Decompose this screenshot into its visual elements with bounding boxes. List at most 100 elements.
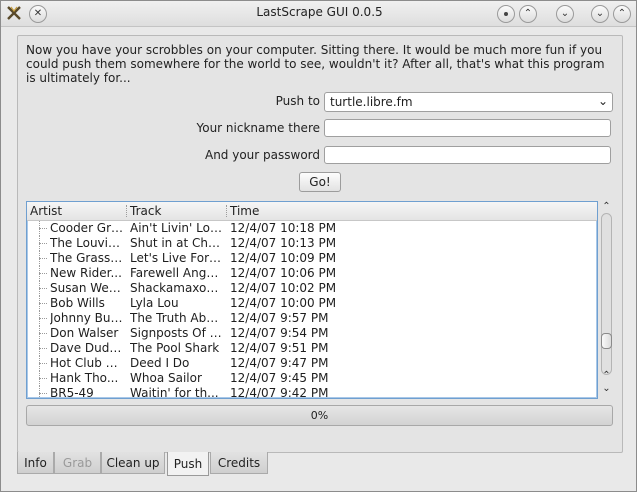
cell-time: 12/4/07 10:13 PM bbox=[230, 236, 337, 250]
list-header: Artist Track Time bbox=[27, 202, 597, 221]
window-title: LastScrape GUI 0.0.5 bbox=[256, 5, 383, 19]
table-row[interactable]: Hot Club o... Deed I Do 12/4/07 9:47 PM bbox=[27, 356, 597, 371]
cell-track: Waitin' for th... bbox=[130, 386, 219, 399]
scrobble-list[interactable]: Artist Track Time Cooder Graw Ain't Livin… bbox=[26, 201, 598, 399]
scroll-up-icon[interactable]: ⌃ bbox=[598, 200, 615, 214]
push-to-label: Push to bbox=[275, 94, 320, 108]
cell-artist: BR5-49 bbox=[50, 386, 94, 399]
cell-time: 12/4/07 10:09 PM bbox=[230, 251, 337, 265]
intro-text: Now you have your scrobbles on your comp… bbox=[26, 43, 605, 85]
column-header-time[interactable]: Time bbox=[230, 204, 259, 218]
column-divider[interactable] bbox=[226, 205, 228, 217]
cell-track: Whoa Sailor bbox=[130, 371, 202, 385]
progress-text: 0% bbox=[310, 409, 329, 422]
cell-time: 12/4/07 9:57 PM bbox=[230, 311, 329, 325]
cell-track: Shut in at Chri... bbox=[130, 236, 224, 250]
scroll-down-icon[interactable]: ⌄ bbox=[598, 382, 615, 396]
cell-artist: The Grass ... bbox=[50, 251, 124, 265]
cell-track: Deed I Do bbox=[130, 356, 190, 370]
tree-branch bbox=[39, 243, 47, 244]
cell-track: Shackamaxon ... bbox=[130, 281, 224, 295]
tree-branch bbox=[39, 363, 47, 364]
cell-track: Farewell Angel... bbox=[130, 266, 224, 280]
table-row[interactable]: Don Walser Signposts Of L... 12/4/07 9:54 … bbox=[27, 326, 597, 341]
tree-branch bbox=[39, 288, 47, 289]
cell-artist: Cooder Graw bbox=[50, 221, 124, 235]
cell-artist: Johnny Bush bbox=[50, 311, 124, 325]
cell-artist: Dave Dudley bbox=[50, 341, 124, 355]
cell-time: 12/4/07 9:45 PM bbox=[230, 371, 329, 385]
cell-track: The Pool Shark bbox=[130, 341, 220, 355]
column-divider[interactable] bbox=[126, 205, 128, 217]
app-window: ✕ LastScrape GUI 0.0.5 ⌃ ⌄ ⌄ ⌃ Now you h… bbox=[0, 0, 637, 492]
table-row[interactable]: Susan Wer... Shackamaxon ... 12/4/07 10:02… bbox=[27, 281, 597, 296]
table-row[interactable]: Hank Tho... Whoa Sailor 12/4/07 9:45 PM bbox=[27, 371, 597, 386]
cell-track: Let's Live For ... bbox=[130, 251, 224, 265]
tree-branch bbox=[39, 393, 47, 394]
shade-icon: ⌄ bbox=[560, 8, 570, 19]
table-row[interactable]: Cooder Graw Ain't Livin' Lon... 12/4/07 10… bbox=[27, 221, 597, 236]
keep-above-button[interactable]: ⌃ bbox=[519, 5, 537, 23]
cell-artist: Hot Club o... bbox=[50, 356, 124, 370]
cell-artist: New Rider... bbox=[50, 266, 122, 280]
nickname-input[interactable] bbox=[324, 119, 611, 137]
menu-button[interactable] bbox=[497, 5, 515, 23]
tab-grab: Grab bbox=[54, 452, 101, 474]
cell-artist: Susan Wer... bbox=[50, 281, 124, 295]
nickname-label: Your nickname there bbox=[196, 121, 320, 135]
tab-credits[interactable]: Credits bbox=[210, 452, 268, 474]
tab-info[interactable]: Info bbox=[17, 452, 54, 474]
table-row[interactable]: The Louvin... Shut in at Chri... 12/4/07 1… bbox=[27, 236, 597, 251]
cell-artist: Hank Tho... bbox=[50, 371, 119, 385]
cell-time: 12/4/07 10:06 PM bbox=[230, 266, 337, 280]
cell-time: 12/4/07 10:00 PM bbox=[230, 296, 337, 310]
table-row[interactable]: Johnny Bush The Truth Abo... 12/4/07 9:57 … bbox=[27, 311, 597, 326]
cell-artist: The Louvin... bbox=[50, 236, 124, 250]
table-row[interactable]: The Grass ... Let's Live For ... 12/4/07 1… bbox=[27, 251, 597, 266]
push-to-select[interactable]: turtle.libre.fm ⌄ bbox=[324, 92, 613, 112]
cell-track: Lyla Lou bbox=[130, 296, 179, 310]
cell-time: 12/4/07 9:42 PM bbox=[230, 386, 329, 399]
cell-track: The Truth Abo... bbox=[130, 311, 224, 325]
dot-icon bbox=[504, 12, 508, 16]
tree-branch bbox=[39, 258, 47, 259]
minimize-button[interactable]: ⌄ bbox=[591, 5, 609, 23]
table-row[interactable]: New Rider... Farewell Angel... 12/4/07 10:… bbox=[27, 266, 597, 281]
maximize-icon: ⌃ bbox=[617, 8, 627, 19]
cell-artist: Bob Wills bbox=[50, 296, 105, 310]
keep-above-icon: ⌃ bbox=[523, 8, 533, 19]
tree-branch bbox=[39, 273, 47, 274]
table-row[interactable]: Bob Wills Lyla Lou 12/4/07 10:00 PM bbox=[27, 296, 597, 311]
tree-branch bbox=[39, 228, 47, 229]
chevron-down-icon: ⌄ bbox=[597, 94, 608, 108]
cell-track: Signposts Of L... bbox=[130, 326, 224, 340]
tab-clean-up[interactable]: Clean up bbox=[101, 452, 165, 474]
password-label: And your password bbox=[204, 148, 320, 162]
push-to-value: turtle.libre.fm bbox=[330, 95, 413, 109]
password-input[interactable] bbox=[324, 146, 611, 164]
table-row[interactable]: BR5-49 Waitin' for th... 12/4/07 9:42 PM bbox=[27, 386, 597, 399]
tree-branch bbox=[39, 378, 47, 379]
scroll-up-icon[interactable]: ⌃ bbox=[598, 369, 615, 383]
maximize-button[interactable]: ⌃ bbox=[613, 5, 631, 23]
column-header-artist[interactable]: Artist bbox=[30, 204, 62, 218]
tree-branch bbox=[39, 333, 47, 334]
tree-branch bbox=[39, 318, 47, 319]
scrollbar-thumb[interactable] bbox=[601, 333, 612, 349]
shade-button[interactable]: ⌄ bbox=[556, 5, 574, 23]
minimize-icon: ⌄ bbox=[595, 8, 605, 19]
cell-time: 12/4/07 9:51 PM bbox=[230, 341, 329, 355]
go-button[interactable]: Go! bbox=[299, 172, 341, 192]
tab-push[interactable]: Push bbox=[167, 452, 209, 476]
cell-track: Ain't Livin' Lon... bbox=[130, 221, 224, 235]
progress-bar: 0% bbox=[26, 405, 613, 426]
vertical-scrollbar[interactable]: ⌃ ⌃ ⌄ bbox=[598, 201, 615, 397]
cell-time: 12/4/07 9:47 PM bbox=[230, 356, 329, 370]
scrollbar-track[interactable] bbox=[601, 213, 612, 375]
cell-artist: Don Walser bbox=[50, 326, 119, 340]
cell-time: 12/4/07 9:54 PM bbox=[230, 326, 329, 340]
title-bar[interactable]: ✕ LastScrape GUI 0.0.5 ⌃ ⌄ ⌄ ⌃ bbox=[1, 1, 636, 27]
cell-time: 12/4/07 10:18 PM bbox=[230, 221, 337, 235]
table-row[interactable]: Dave Dudley The Pool Shark 12/4/07 9:51 PM bbox=[27, 341, 597, 356]
column-header-track[interactable]: Track bbox=[130, 204, 161, 218]
